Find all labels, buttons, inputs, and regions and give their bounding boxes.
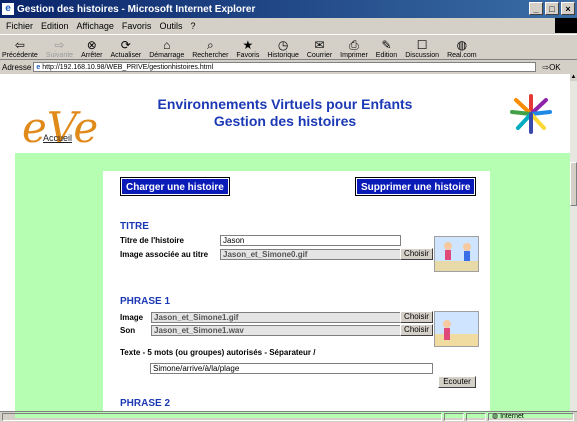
window-titlebar: e Gestion des histoires - Microsoft Inte… [0, 0, 577, 18]
section-heading-titre: TITRE [120, 221, 149, 232]
ie-icon: e [2, 3, 14, 15]
beach-picture-icon [435, 312, 478, 346]
status-text-cell [2, 413, 442, 421]
menu-bar: Fichier Edition Affichage Favoris Outils… [0, 18, 577, 33]
globe-icon: ◍ [492, 413, 501, 420]
phrase1-image-input[interactable]: Jason_et_Simone1.gif [151, 312, 401, 323]
page-title-line1: Environnements Virtuels pour Enfants [157, 96, 413, 112]
go-button[interactable]: ⇨OK [542, 63, 560, 72]
title-image-input[interactable]: Jason_et_Simone0.gif [220, 249, 401, 260]
load-story-button[interactable]: Charger une histoire [120, 177, 230, 196]
vertical-scrollbar[interactable]: ▲ [570, 74, 577, 411]
section-heading-phrase2: PHRASE 2 [120, 398, 171, 409]
menu-item-outils[interactable]: Outils [159, 21, 182, 31]
stop-button[interactable]: ⊗ Arrêter [79, 38, 104, 60]
maximize-button[interactable]: □ [545, 2, 559, 15]
address-label: Adresse [2, 62, 32, 72]
menu-item-fichier[interactable]: Fichier [6, 21, 33, 31]
search-icon: ⌕ [206, 38, 214, 52]
title-image-preview [434, 236, 479, 272]
mail-button[interactable]: ✉ Courrier [305, 38, 334, 60]
history-button[interactable]: ◷ Historique [265, 38, 301, 60]
favorites-button[interactable]: ★ Favoris [234, 38, 261, 60]
forward-arrow-icon: ⇨ [54, 38, 65, 52]
delete-story-button[interactable]: Supprimer une histoire [354, 177, 477, 196]
favorites-icon: ★ [242, 38, 254, 52]
real-icon: ◍ [456, 38, 468, 52]
page-title-line2: Gestion des histoires [213, 113, 357, 129]
address-url: http://192.168.10.98/WEB_PRIVE/gestionhi… [42, 63, 214, 71]
phrase1-sound-input[interactable]: Jason_et_Simone1.wav [151, 325, 401, 336]
listen-button[interactable]: Ecouter [438, 376, 476, 388]
standard-toolbar: ⇦ Précédente ⇨ Suivante ⊗ Arrêter ⟳ Actualis… [0, 34, 577, 60]
home-button[interactable]: ⌂ Démarrage [147, 38, 186, 60]
edit-button[interactable]: ✎ Edition [374, 38, 399, 60]
close-button[interactable]: × [561, 2, 575, 15]
phrase1-text-input[interactable]: Simone/arrive/à/la/plage [150, 363, 433, 374]
form-panel [103, 171, 490, 411]
status-cell [466, 413, 486, 421]
home-icon: ⌂ [163, 38, 171, 52]
menu-item-help[interactable]: ? [190, 21, 195, 31]
phrase1-sound-label: Son [120, 326, 136, 335]
scroll-up-arrow-icon[interactable]: ▲ [570, 74, 577, 81]
menu-item-favoris[interactable]: Favoris [122, 21, 152, 31]
scroll-thumb[interactable] [570, 162, 577, 206]
phrase1-sound-choose-button[interactable]: Choisir [400, 324, 433, 336]
title-image-label: Image associée au titre [120, 250, 209, 259]
phrase1-image-choose-button[interactable]: Choisir [400, 311, 433, 323]
phrase1-image-preview [434, 311, 479, 347]
search-button[interactable]: ⌕ Rechercher [190, 38, 230, 60]
menu-item-affichage[interactable]: Affichage [77, 21, 114, 31]
edit-icon: ✎ [381, 38, 392, 52]
status-bar: ◍ Internet [0, 411, 577, 422]
windows-logo-throbber [555, 18, 577, 33]
window-title: Gestion des histoires - Microsoft Intern… [17, 3, 256, 15]
back-arrow-icon: ⇦ [14, 38, 25, 52]
phrase1-text-label: Texte - 5 mots (ou groupes) autorisés - … [120, 348, 316, 357]
story-title-input[interactable]: Jason [220, 235, 401, 246]
print-button[interactable]: ⎙ Imprimer [338, 38, 370, 60]
menu-item-edition[interactable]: Edition [41, 21, 69, 31]
section-heading-phrase1: PHRASE 1 [120, 296, 171, 307]
story-title-label: Titre de l'histoire [120, 236, 184, 245]
history-icon: ◷ [277, 38, 289, 52]
mail-icon: ✉ [314, 38, 325, 52]
zone-label: Internet [500, 413, 524, 420]
page-icon: e [36, 63, 41, 71]
discussion-icon: ☐ [416, 38, 428, 52]
organization-logo-icon [510, 94, 552, 134]
title-image-choose-button[interactable]: Choisir [400, 248, 433, 260]
phrase1-image-label: Image [120, 313, 144, 322]
page-title: Environnements Virtuels pour Enfants Ges… [150, 96, 420, 130]
real-button[interactable]: ◍ Real.com [445, 38, 479, 60]
zone-cell: ◍ Internet [488, 413, 574, 421]
stop-icon: ⊗ [86, 38, 97, 52]
status-cell [444, 413, 464, 421]
print-icon: ⎙ [349, 38, 359, 52]
refresh-button[interactable]: ⟳ Actualiser [108, 38, 143, 60]
home-link[interactable]: Accueil [43, 133, 72, 143]
forward-button[interactable]: ⇨ Suivante [44, 38, 75, 60]
back-button[interactable]: ⇦ Précédente [0, 38, 40, 60]
address-input[interactable]: e http://192.168.10.98/WEB_PRIVE/gestion… [33, 62, 537, 72]
minimize-button[interactable]: _ [529, 2, 543, 15]
address-bar: Adresse e http://192.168.10.98/WEB_PRIVE… [0, 61, 577, 73]
refresh-icon: ⟳ [120, 38, 131, 52]
discussion-button[interactable]: ☐ Discussion [403, 38, 441, 60]
kids-picture-icon [435, 237, 478, 271]
